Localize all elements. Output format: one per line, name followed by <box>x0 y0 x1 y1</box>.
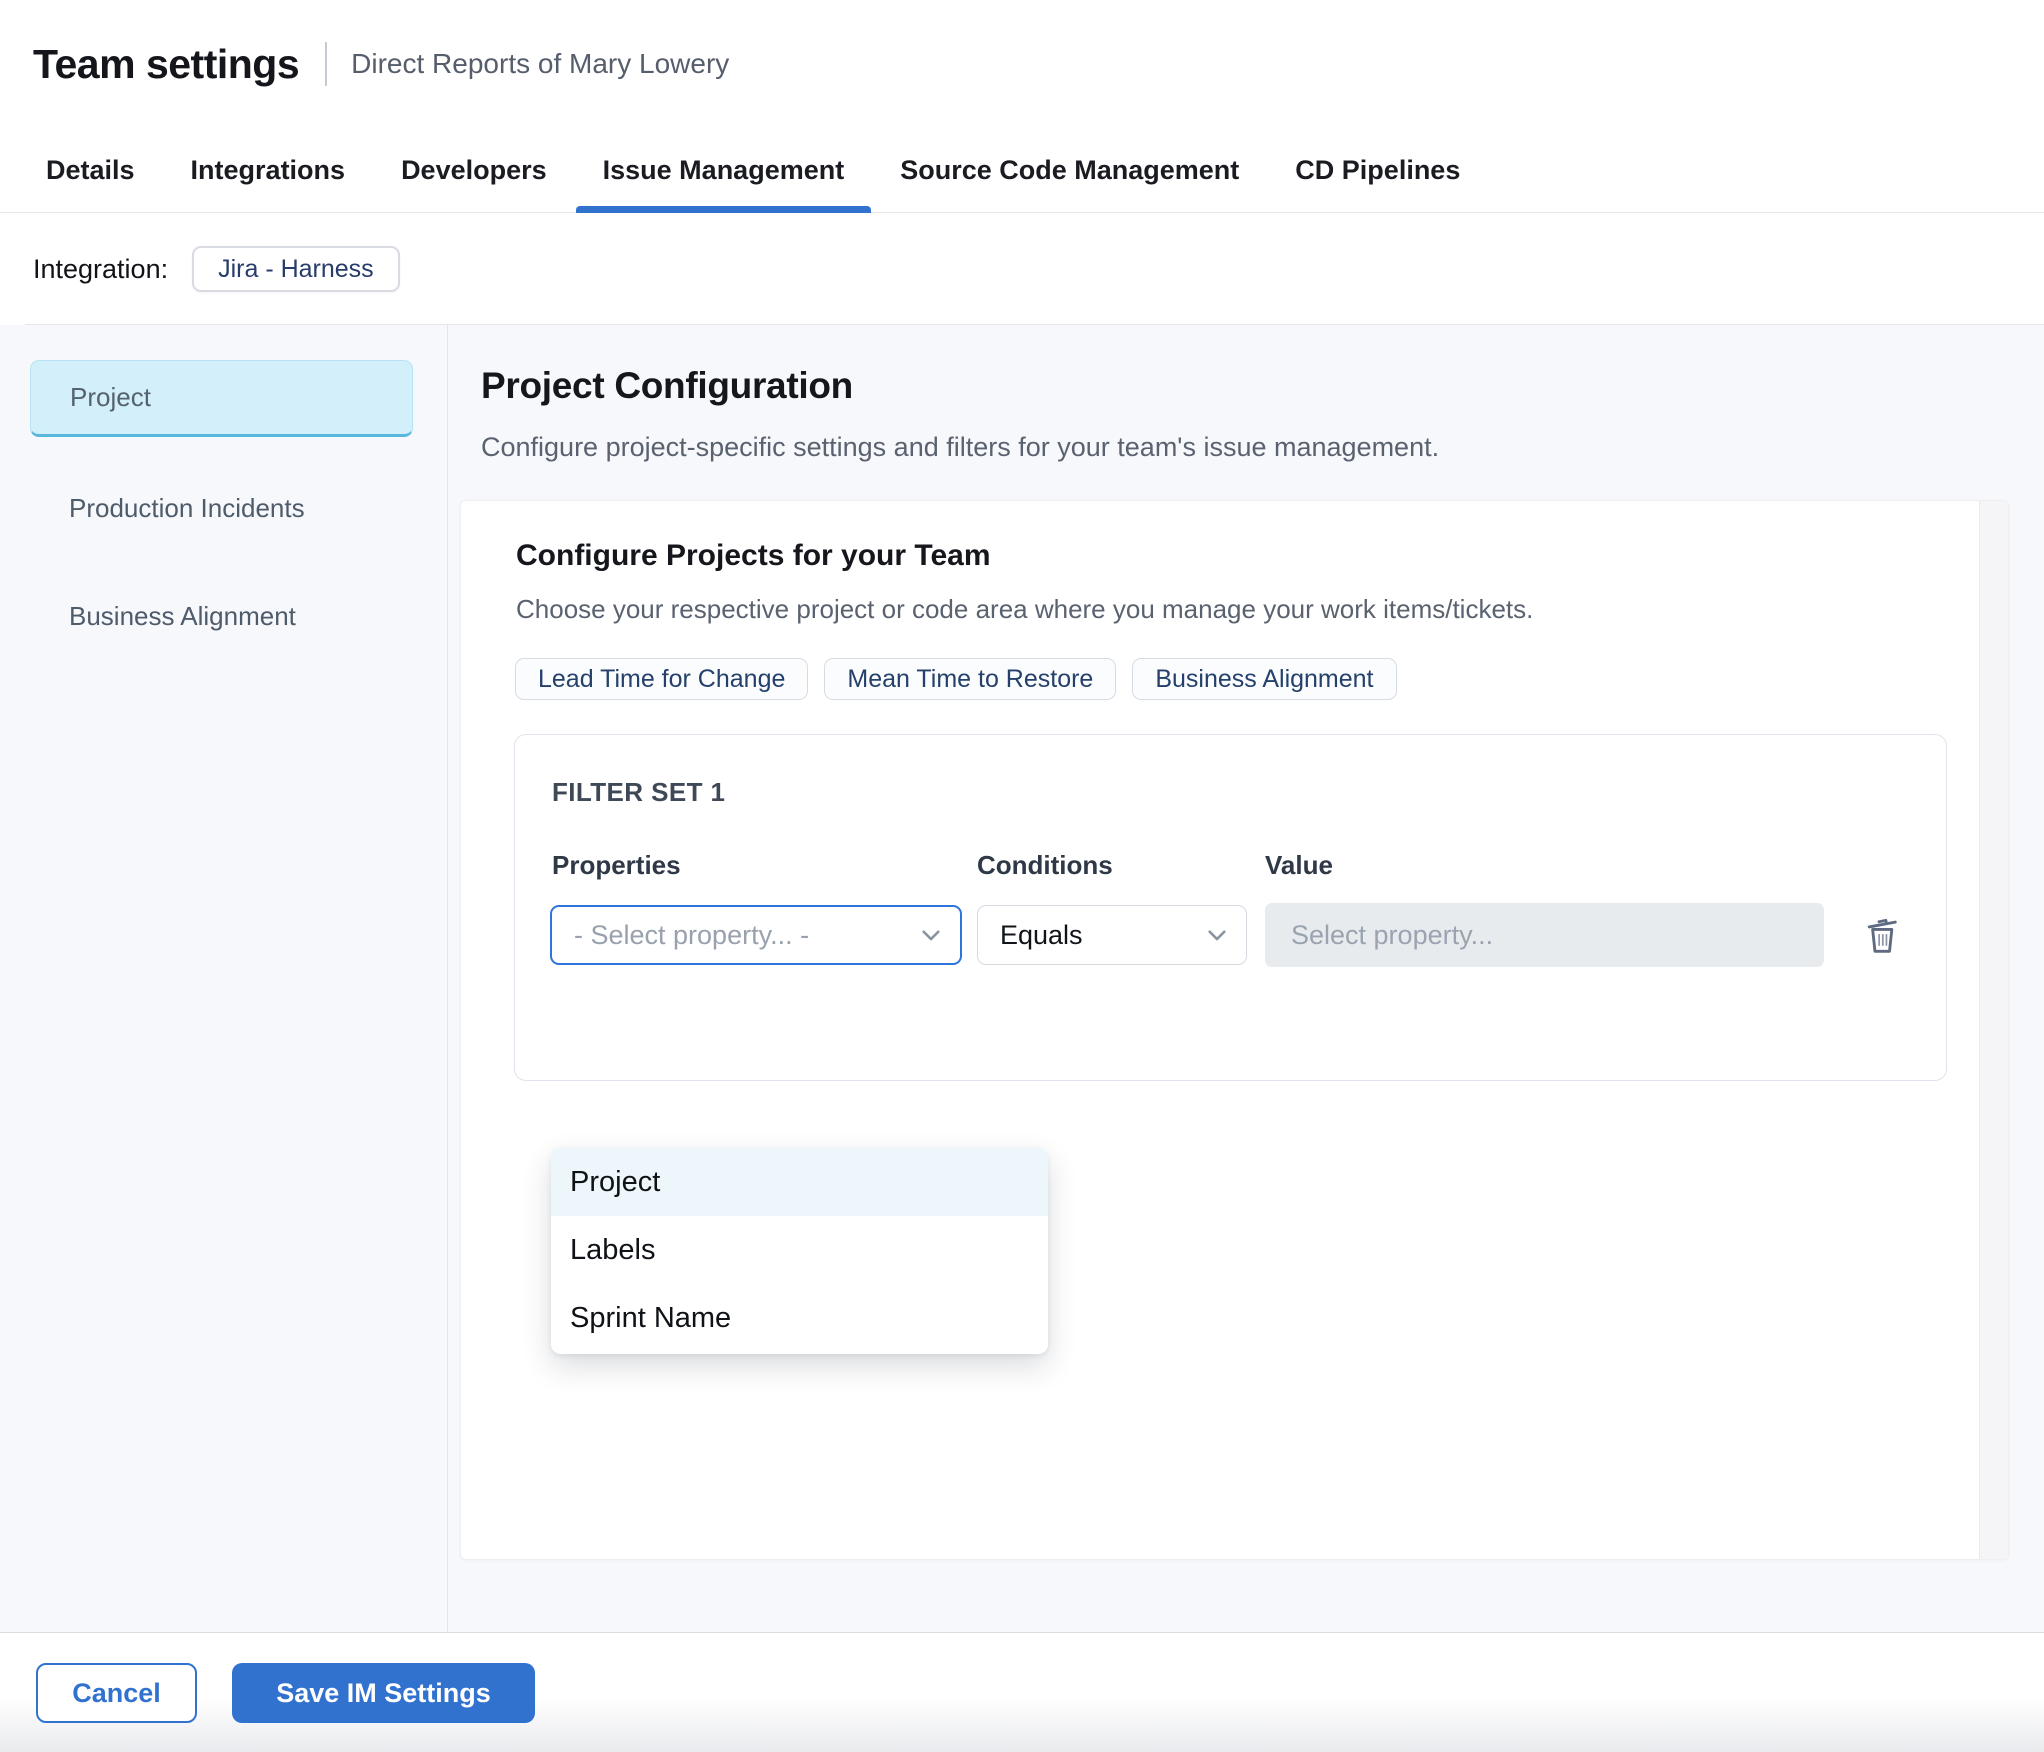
integration-chip[interactable]: Jira - Harness <box>192 246 400 292</box>
section-subtitle: Configure project-specific settings and … <box>481 432 1440 462</box>
integration-row: Integration: Jira - Harness <box>0 213 2044 325</box>
sidebar-item-label: Production Incidents <box>69 492 305 523</box>
sidebar-item-production-incidents[interactable]: Production Incidents <box>30 472 413 544</box>
page-title: Team settings <box>33 40 300 87</box>
value-column-label: Value <box>1265 850 1333 880</box>
team-settings-page: Team settings Direct Reports of Mary Low… <box>0 0 2044 1752</box>
dropdown-option-labels[interactable]: Labels <box>551 1216 1048 1284</box>
properties-select[interactable]: - Select property... - <box>550 905 962 965</box>
card-title: Configure Projects for your Team <box>516 539 991 572</box>
value-input[interactable] <box>1265 903 1824 967</box>
properties-column-label: Properties <box>552 850 681 880</box>
chip-business-alignment[interactable]: Business Alignment <box>1132 658 1397 700</box>
card-subtitle: Choose your respective project or code a… <box>516 594 1534 624</box>
footer-action-bar: Cancel Save IM Settings <box>0 1632 2044 1752</box>
filter-set-1: FILTER SET 1 Properties Conditions Value… <box>514 734 1947 1081</box>
sidebar-item-label: Project <box>70 382 151 412</box>
chip-lead-time-for-change[interactable]: Lead Time for Change <box>515 658 809 700</box>
chip-mean-time-to-restore[interactable]: Mean Time to Restore <box>824 658 1117 700</box>
cancel-button[interactable]: Cancel <box>36 1663 197 1723</box>
delete-filter-button[interactable] <box>1857 907 1909 963</box>
sidebar-item-project[interactable]: Project <box>30 360 413 437</box>
chevron-down-icon <box>1208 930 1226 941</box>
save-im-settings-button[interactable]: Save IM Settings <box>232 1663 535 1723</box>
sidebar-item-label: Business Alignment <box>69 600 296 631</box>
tab-issue-management[interactable]: Issue Management <box>575 128 872 213</box>
card-scrollbar[interactable] <box>1979 501 2008 1559</box>
configure-projects-card: Configure Projects for your Team Choose … <box>460 500 2009 1560</box>
conditions-column-label: Conditions <box>977 850 1113 880</box>
tab-cd-pipelines[interactable]: CD Pipelines <box>1268 128 1487 212</box>
page-header: Team settings Direct Reports of Mary Low… <box>0 0 2044 128</box>
sidebar-item-business-alignment[interactable]: Business Alignment <box>30 580 413 652</box>
metric-chip-row: Lead Time for Change Mean Time to Restor… <box>515 658 1397 700</box>
chevron-down-icon <box>922 930 940 941</box>
conditions-select[interactable]: Equals <box>977 905 1247 965</box>
dropdown-option-sprint-name[interactable]: Sprint Name <box>551 1284 1048 1352</box>
properties-dropdown-menu: Project Labels Sprint Name <box>551 1148 1048 1354</box>
section-title: Project Configuration <box>481 365 853 406</box>
filter-set-title: FILTER SET 1 <box>552 777 726 807</box>
settings-tab-bar: Details Integrations Developers Issue Ma… <box>0 128 2044 213</box>
dropdown-option-project[interactable]: Project <box>551 1148 1048 1216</box>
title-separator <box>325 42 328 86</box>
tab-source-code-management[interactable]: Source Code Management <box>873 128 1266 212</box>
properties-select-placeholder: - Select property... - <box>574 919 810 950</box>
sidebar-divider <box>447 325 448 1632</box>
tab-developers[interactable]: Developers <box>374 128 574 212</box>
page-subtitle: Direct Reports of Mary Lowery <box>351 48 730 79</box>
integration-label: Integration: <box>33 253 169 284</box>
content-area: Project Production Incidents Business Al… <box>0 325 2044 1632</box>
tab-details[interactable]: Details <box>19 128 162 212</box>
tab-integrations[interactable]: Integrations <box>164 128 373 212</box>
conditions-select-value: Equals <box>1000 919 1083 950</box>
trash-icon <box>1867 918 1897 953</box>
